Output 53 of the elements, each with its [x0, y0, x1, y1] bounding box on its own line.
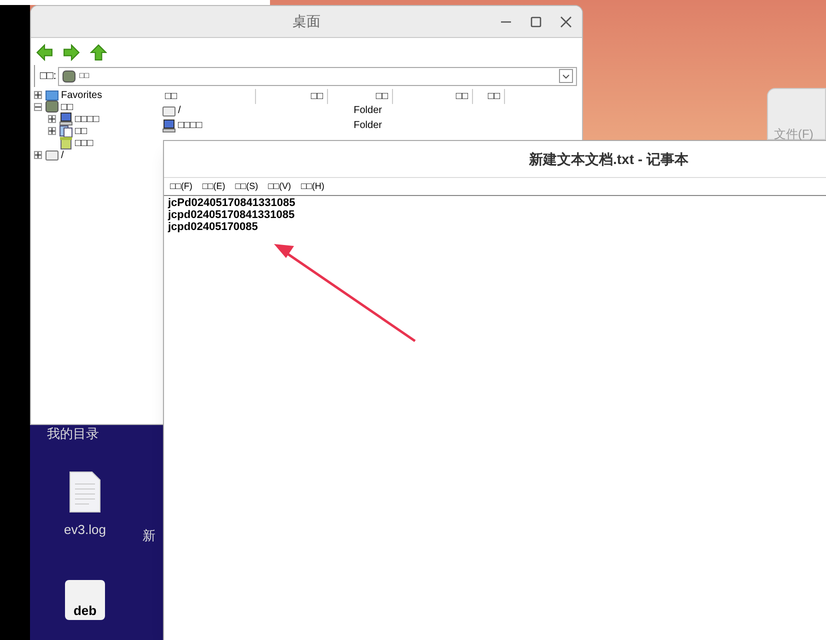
expander-icon[interactable] — [34, 90, 42, 98]
file-label[interactable]: 我的目录 — [47, 424, 99, 444]
window-title: 新建文本文档.txt - 记事本 — [529, 150, 688, 168]
file-type: Folder — [352, 104, 383, 118]
text-line: jcPd02405170841331085 — [168, 197, 296, 209]
desktop-icon — [62, 70, 76, 82]
file-name[interactable]: □□□□ — [178, 120, 204, 132]
file-label[interactable]: 新 — [142, 526, 156, 546]
trash-icon — [59, 136, 73, 150]
documents-icon — [59, 124, 73, 138]
tree-item[interactable]: □□ — [75, 124, 88, 138]
menu-item[interactable]: □□(S) — [235, 180, 258, 194]
file-type: Folder — [352, 119, 383, 133]
forward-arrow-icon[interactable] — [63, 44, 80, 61]
tree-item[interactable]: □□□□ — [75, 112, 100, 126]
menu-item[interactable]: □□(H) — [301, 180, 324, 194]
menu-item[interactable]: □□(F) — [170, 180, 192, 194]
column-header[interactable]: □□ — [328, 88, 393, 104]
expander-icon[interactable] — [34, 150, 42, 158]
text-line: jcpd02405170841331085 — [168, 209, 296, 221]
tree-item[interactable]: / — [61, 148, 64, 162]
menu-item[interactable]: □□(V) — [268, 180, 291, 194]
up-arrow-icon[interactable] — [90, 44, 107, 61]
computer-icon — [59, 112, 73, 126]
address-value: □□ — [79, 70, 90, 82]
computer-icon — [162, 118, 176, 132]
file-name[interactable]: / — [178, 104, 183, 116]
drive-icon — [162, 104, 176, 118]
tree-item[interactable]: □□ — [61, 100, 74, 114]
package-icon: deb — [65, 580, 105, 620]
drive-icon — [45, 148, 59, 162]
tree-item[interactable]: Favorites — [61, 88, 102, 102]
column-header[interactable]: □□ — [393, 88, 473, 104]
address-label: □□: — [40, 68, 56, 84]
close-icon[interactable] — [560, 16, 572, 28]
text-line: jcpd02405170085 — [168, 221, 259, 233]
expander-icon[interactable] — [48, 114, 56, 122]
column-header[interactable]: □□ — [161, 88, 256, 104]
desktop-icon — [45, 100, 59, 114]
column-header[interactable]: □□ — [256, 88, 328, 104]
back-arrow-icon[interactable] — [36, 44, 53, 61]
dropdown-icon[interactable] — [559, 69, 573, 83]
folder-icon — [45, 88, 59, 102]
menu-item[interactable]: □□(E) — [202, 180, 226, 194]
tree-item[interactable]: □□□ — [75, 136, 94, 150]
column-header[interactable]: □□ — [473, 88, 505, 104]
file-label[interactable]: ev3.log — [64, 520, 106, 540]
file-icon — [68, 470, 102, 514]
expander-icon[interactable] — [34, 102, 42, 110]
address-field[interactable]: □□ — [58, 66, 577, 86]
expander-icon[interactable] — [48, 126, 56, 134]
window-title: 桌面 — [292, 12, 320, 31]
maximize-icon[interactable] — [530, 16, 542, 28]
